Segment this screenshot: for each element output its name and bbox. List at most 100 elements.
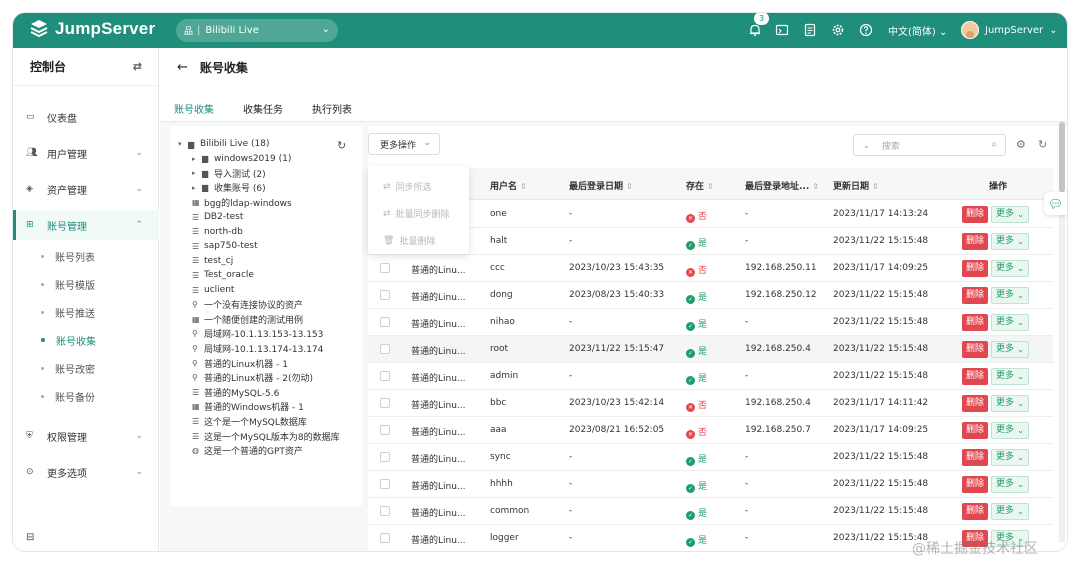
sidebar-item-more[interactable]: ⊙ 更多选项 ⌄ (13, 457, 159, 487)
chevron-down-icon[interactable]: ▾ (178, 140, 188, 148)
sidebar-subitem-change-secret[interactable]: 账号改密 (13, 354, 159, 382)
table-row[interactable]: 普通的Linu... sync - ✓ 是 - 2023/11/22 15:15:48 删除更… (368, 444, 1053, 471)
sidebar-item-assets[interactable]: ◈ 资产管理 ⌄ (13, 174, 159, 204)
table-row[interactable]: 普通的Linu... common - ✓ 是 - 2023/11/22 15:15:48 删… (368, 498, 1053, 525)
tab-gather-tasks[interactable]: 收集任务 (243, 95, 299, 124)
tree-node[interactable]: ⚲ 一个没有连接协议的资产 (192, 298, 303, 312)
table-row[interactable]: 普通的Linu... ccc 2023/10/23 15:43:35 ✕ 否 192.16… (368, 255, 1053, 282)
tab-execution-list[interactable]: 执行列表 (312, 95, 368, 124)
tree-node[interactable]: ☰ north-db (192, 225, 243, 239)
asset-cell[interactable]: 普通的Linu... (411, 533, 466, 546)
back-arrow-icon[interactable]: ← (177, 60, 188, 75)
bell-icon[interactable] (748, 23, 762, 37)
tree-node[interactable]: ◍ 这是一个普通的GPT资产 (192, 444, 303, 458)
tree-node[interactable]: ▦ bgg的ldap-windows (192, 195, 292, 209)
delete-button[interactable]: 删除 (962, 395, 988, 412)
row-checkbox[interactable] (380, 263, 390, 273)
more-button[interactable]: 更多 ⌄ (991, 503, 1029, 520)
more-button[interactable]: 更多 ⌄ (991, 368, 1029, 385)
more-button[interactable]: 更多 ⌄ (991, 287, 1029, 304)
ticket-icon[interactable] (803, 23, 817, 37)
search-input[interactable]: ⌄ 搜索 ⌕ (853, 134, 1006, 156)
tab-account-gather[interactable]: 账号收集 (174, 95, 230, 124)
table-row[interactable]: 普通的Linu... nihao - ✓ 是 - 2023/11/22 15:15:48 删除… (368, 309, 1053, 336)
dropdown-item-batch-delete[interactable]: 🗑︎ 批量删除 (383, 234, 435, 248)
asset-cell[interactable]: 普通的Linu... (411, 506, 466, 519)
chevron-right-icon[interactable]: ▸ (192, 155, 202, 163)
row-checkbox[interactable] (380, 452, 390, 462)
tree-node[interactable]: ☰ 这是一个MySQL版本为8的数据库 (192, 429, 340, 443)
more-button[interactable]: 更多 ⌄ (991, 476, 1029, 493)
delete-button[interactable]: 删除 (962, 476, 988, 493)
dropdown-item-batch-sync-delete[interactable]: ⇄ 批量同步删除 (383, 207, 450, 221)
asset-cell[interactable]: 普通的Linu... (411, 344, 466, 357)
sidebar-item-permissions[interactable]: ⛨ 权限管理 ⌄ (13, 421, 159, 451)
more-button[interactable]: 更多 ⌄ (991, 341, 1029, 358)
delete-button[interactable]: 删除 (962, 341, 988, 358)
tree-node[interactable]: ⚲ 普通的Linux机器 - 2(勿动) (192, 371, 313, 385)
delete-button[interactable]: 删除 (962, 449, 988, 466)
more-button[interactable]: 更多 ⌄ (991, 395, 1029, 412)
delete-button[interactable]: 删除 (962, 206, 988, 223)
page-vertical-scrollbar[interactable] (1059, 122, 1065, 542)
tree-node[interactable]: ☰ 这个是一个MySQL数据库 (192, 414, 307, 428)
column-last-login-date[interactable]: 最后登录日期 ⇕ (569, 179, 633, 192)
row-checkbox[interactable] (380, 506, 390, 516)
column-updated-date[interactable]: 更新日期 ⇕ (833, 179, 879, 192)
column-last-login-address[interactable]: 最后登录地址... ⇕ (745, 179, 819, 192)
tree-node[interactable]: ⚲ 普通的Linux机器 - 1 (192, 356, 288, 370)
more-button[interactable]: 更多 ⌄ (991, 449, 1029, 466)
sidebar-item-users[interactable]: 👥︎ 用户管理 ⌄ (13, 138, 159, 168)
refresh-icon[interactable]: ↻ (337, 139, 346, 152)
terminal-icon[interactable] (775, 23, 789, 37)
table-row[interactable]: 普通的Linu... dong 2023/08/23 15:40:33 ✓ 是 192.1… (368, 282, 1053, 309)
row-checkbox[interactable] (380, 371, 390, 381)
sidebar-item-dashboard[interactable]: ▭ 仪表盘 (13, 102, 159, 132)
row-checkbox[interactable] (380, 344, 390, 354)
more-actions-button[interactable]: 更多操作 ⌄ (368, 133, 440, 155)
table-row[interactable]: one - ✕ 否 - 2023/11/17 14:13:24 删除 更多 ⌄ (368, 201, 1053, 228)
chat-icon[interactable]: 💬︎ (1044, 192, 1067, 215)
row-checkbox[interactable] (380, 398, 390, 408)
table-row[interactable]: 普通的Linu... hhhh - ✓ 是 - 2023/11/22 15:15:48 删除更… (368, 471, 1053, 498)
table-row[interactable]: halt - ✓ 是 - 2023/11/22 15:15:48 删除 更多 ⌄ (368, 228, 1053, 255)
settings-icon[interactable]: ⚙︎ (1016, 138, 1026, 151)
column-exists[interactable]: 存在 ⇕ (686, 179, 714, 192)
row-checkbox[interactable] (380, 479, 390, 489)
tree-node[interactable]: ☰ 普通的MySQL-5.6 (192, 385, 279, 399)
more-button[interactable]: 更多 ⌄ (991, 233, 1029, 250)
more-button[interactable]: 更多 ⌄ (991, 314, 1029, 331)
tree-node[interactable]: ☰ uclient (192, 283, 234, 297)
sidebar-subitem-account-list[interactable]: 账号列表 (13, 242, 159, 270)
row-checkbox[interactable] (380, 317, 390, 327)
table-row[interactable]: 普通的Linu... aaa 2023/08/21 16:52:05 ✕ 否 192.16… (368, 417, 1053, 444)
row-checkbox[interactable] (380, 533, 390, 543)
chevron-down-icon[interactable]: ⌄ (863, 141, 870, 150)
language-select[interactable]: 中文(简体) ⌄ (888, 23, 947, 38)
refresh-icon[interactable]: ↻ (1038, 138, 1047, 151)
delete-button[interactable]: 删除 (962, 314, 988, 331)
asset-cell[interactable]: 普通的Linu... (411, 263, 466, 276)
switch-view-icon[interactable]: ⇄ (133, 60, 142, 73)
tree-node[interactable]: ☰ DB2-test (192, 210, 243, 224)
tree-node[interactable]: ▦ 一个随便创建的测试用例 (192, 312, 303, 326)
more-button[interactable]: 更多 ⌄ (991, 260, 1029, 277)
sidebar-subitem-account-backup[interactable]: 账号备份 (13, 382, 159, 410)
scrollbar-thumb[interactable] (1059, 122, 1065, 192)
asset-cell[interactable]: 普通的Linu... (411, 290, 466, 303)
tree-node[interactable]: ☰ sap750-test (192, 239, 258, 253)
sidebar-subitem-account-template[interactable]: 账号模版 (13, 270, 159, 298)
delete-button[interactable]: 删除 (962, 503, 988, 520)
sidebar-toggle-icon[interactable]: ⊟ (26, 532, 34, 543)
dropdown-item-sync-selected[interactable]: ⇄ 同步所选 (383, 180, 432, 194)
chevron-right-icon[interactable]: ▸ (192, 184, 202, 192)
delete-button[interactable]: 删除 (962, 233, 988, 250)
table-row[interactable]: 普通的Linu... admin - ✓ 是 - 2023/11/22 15:15:48 删除… (368, 363, 1053, 390)
sidebar-item-accounts[interactable]: ⊞ 账号管理 ⌃ (13, 210, 159, 240)
help-icon[interactable] (859, 23, 873, 37)
asset-cell[interactable]: 普通的Linu... (411, 479, 466, 492)
delete-button[interactable]: 删除 (962, 368, 988, 385)
more-button[interactable]: 更多 ⌄ (991, 422, 1029, 439)
logo[interactable]: JumpServer (29, 19, 155, 39)
tree-node[interactable]: ☰ Test_oracle (192, 268, 254, 282)
